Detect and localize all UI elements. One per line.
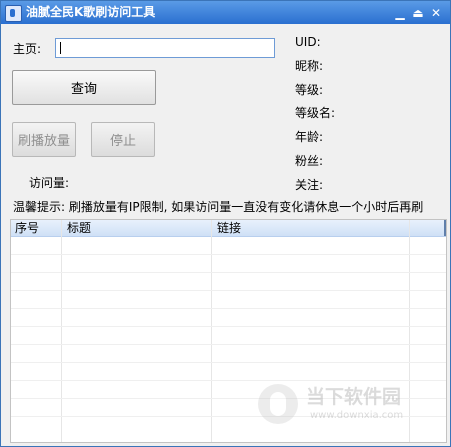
grid-line — [11, 290, 446, 291]
query-button-label: 查询 — [70, 82, 97, 97]
nickname-label: 昵称: — [295, 59, 324, 73]
column-divider[interactable] — [444, 220, 446, 236]
visits-label: 访问量: — [29, 176, 70, 190]
query-button[interactable]: 查询 — [12, 70, 156, 105]
grid-line — [11, 362, 446, 363]
text-caret — [60, 42, 61, 54]
close-icon[interactable]: ✕ — [429, 6, 443, 20]
fans-label: 粉丝: — [295, 154, 324, 168]
grid-line — [11, 254, 446, 255]
window-title: 油腻全民K歌刷访问工具 — [26, 5, 156, 19]
age-label: 年龄: — [295, 130, 324, 144]
stop-button-label: 停止 — [109, 134, 136, 149]
app-window: 油腻全民K歌刷访问工具 ▁ ⏏ ✕ 主页: 查询 刷播放量 停止 访问量: UI… — [0, 0, 451, 447]
table-header: 序号 标题 链接 — [11, 220, 446, 237]
grid-line — [11, 272, 446, 273]
title-bar[interactable]: 油腻全民K歌刷访问工具 ▁ ⏏ ✕ — [1, 1, 450, 24]
follow-label: 关注: — [295, 178, 324, 192]
column-header-link[interactable]: 链接 — [217, 221, 241, 235]
grid-line — [11, 326, 446, 327]
restore-icon[interactable]: ⏏ — [411, 6, 425, 20]
brush-plays-button[interactable]: 刷播放量 — [12, 122, 76, 157]
results-table[interactable]: 序号 标题 链接 当下软件园 www.downxia.com — [10, 219, 447, 443]
minimize-icon[interactable]: ▁ — [393, 6, 407, 20]
column-header-index[interactable]: 序号 — [15, 221, 39, 235]
watermark-logo-icon — [258, 384, 298, 424]
uid-label: UID: — [295, 35, 321, 49]
watermark-text: 当下软件园 — [306, 386, 402, 408]
stop-button[interactable]: 停止 — [91, 122, 155, 157]
level-name-label: 等级名: — [295, 106, 336, 120]
grid-line — [11, 344, 446, 345]
brush-plays-button-label: 刷播放量 — [17, 134, 70, 149]
watermark: 当下软件园 www.downxia.com — [258, 380, 428, 430]
tip-text: 温馨提示: 刷播放量有IP限制, 如果访问量一直没有变化请休息一个小时后再刷 — [13, 200, 424, 214]
column-header-title[interactable]: 标题 — [67, 221, 91, 235]
grid-line — [11, 308, 446, 309]
watermark-url: www.downxia.com — [310, 410, 404, 421]
homepage-input[interactable] — [55, 38, 275, 58]
level-label: 等级: — [295, 83, 324, 97]
homepage-label: 主页: — [13, 42, 42, 56]
app-icon — [5, 5, 22, 22]
